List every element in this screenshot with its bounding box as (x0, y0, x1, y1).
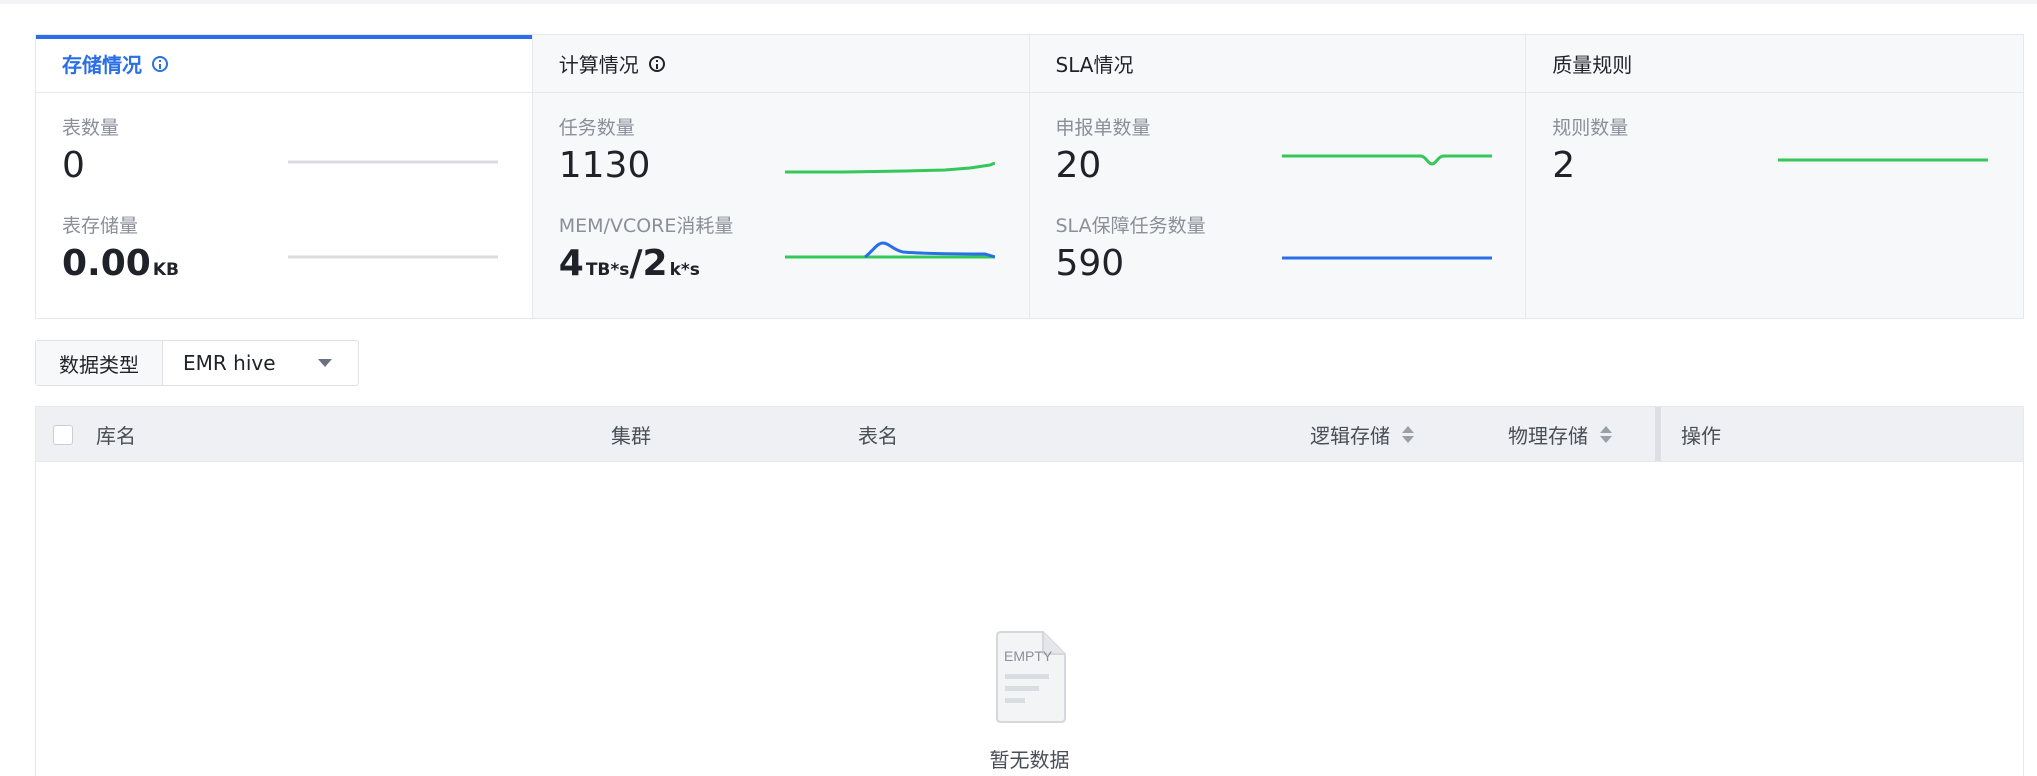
column-divider (1655, 407, 1661, 461)
rule-count-label: 规则数量 (1552, 117, 1629, 139)
table-count-value: 0 (62, 145, 85, 186)
task-count-value: 1130 (558, 145, 651, 186)
select-all-checkbox[interactable] (53, 425, 73, 445)
sla-task-sparkline (1281, 256, 1492, 260)
vcore-value: 2 (642, 243, 668, 284)
tab-quality[interactable]: 质量规则 规则数量 2 (1526, 35, 2023, 318)
mem-vcore-label: MEM/VCORE消耗量 (558, 215, 734, 237)
table-count-label: 表数量 (62, 117, 120, 139)
column-header-cluster: 集群 (611, 423, 651, 448)
task-count-metric: 任务数量 1130 (559, 113, 651, 186)
rule-count-sparkline (1778, 158, 1989, 162)
rule-count-value: 2 (1552, 145, 1576, 186)
sla-card-header: SLA情况 (1029, 35, 1526, 93)
mem-vcore-sparkline (784, 241, 995, 259)
storage-card-header: 存储情况 (36, 35, 532, 93)
tab-sla[interactable]: SLA情况 申报单数量 20 SLA保障任务数量 590 (1029, 35, 1527, 318)
mem-vcore-metric: MEM/VCORE消耗量 4 TB*s/2 k*s (559, 211, 734, 290)
vcore-unit: k*s (669, 260, 700, 280)
column-header-physical-storage[interactable]: 物理存储 (1508, 407, 1612, 461)
task-count-sparkline (784, 161, 995, 174)
sla-task-value: 590 (1055, 243, 1125, 284)
report-count-value: 20 (1055, 145, 1102, 186)
quality-card-header: 质量规则 (1526, 35, 2023, 93)
table-storage-metric: 表存储量 0.00 KB (62, 211, 179, 290)
data-type-label: 数据类型 (36, 341, 163, 385)
data-type-filter: 数据类型 EMR hive (35, 340, 359, 386)
report-count-label: 申报单数量 (1055, 117, 1151, 139)
column-header-database: 库名 (96, 423, 136, 448)
table-storage-label: 表存储量 (62, 215, 139, 237)
column-header-logical-storage[interactable]: 逻辑存储 (1310, 407, 1414, 461)
empty-text: 暂无数据 (989, 748, 1070, 772)
sla-task-label: SLA保障任务数量 (1055, 215, 1206, 237)
report-count-metric: 申报单数量 20 (1056, 113, 1151, 186)
mem-vcore-value-row: 4 TB*s/2 k*s (559, 244, 734, 290)
tab-storage[interactable]: 存储情况 表数量 0 表存储量 0.00 KB (36, 35, 533, 318)
info-icon[interactable] (152, 55, 168, 72)
data-type-selected-value: EMR hive (183, 351, 276, 375)
rule-count-metric: 规则数量 2 (1552, 113, 1628, 186)
table-storage-sparkline (288, 255, 498, 259)
top-divider (0, 0, 2037, 4)
report-count-sparkline (1281, 154, 1492, 166)
info-icon[interactable] (648, 55, 665, 72)
table-count-metric: 表数量 0 (62, 113, 119, 186)
column-header-actions: 操作 (1681, 423, 1721, 448)
table-header: 库名 集群 表名 逻辑存储 物理存储 操作 (36, 407, 2023, 462)
sla-task-metric: SLA保障任务数量 590 (1056, 211, 1206, 284)
sort-icon[interactable] (1600, 425, 1612, 443)
table-storage-value: 0.00 (62, 243, 151, 284)
table-storage-unit: KB (152, 260, 179, 280)
storage-title: 存储情况 (62, 53, 142, 77)
mem-value: 4 (558, 243, 584, 284)
compute-card-header: 计算情况 (532, 35, 1029, 93)
quality-title: 质量规则 (1552, 53, 1633, 77)
compute-title: 计算情况 (558, 53, 639, 77)
table-storage-value-row: 0.00 KB (62, 244, 179, 290)
caret-down-icon (318, 359, 332, 367)
tab-compute[interactable]: 计算情况 任务数量 1130 MEM/VCORE消耗量 4 TB*s/2 k*s (532, 35, 1030, 318)
data-type-select[interactable]: EMR hive (163, 341, 358, 385)
sla-title: SLA情况 (1055, 53, 1134, 77)
column-header-table-name: 表名 (858, 423, 898, 448)
empty-file-icon: EMPTY (996, 631, 1066, 723)
task-count-label: 任务数量 (558, 117, 635, 139)
overview-stats-panel: 存储情况 表数量 0 表存储量 0.00 KB 计算情况 任务数量 1130 M… (35, 34, 2024, 319)
physical-storage-label: 物理存储 (1508, 423, 1588, 448)
mem-unit: TB*s (585, 260, 630, 280)
empty-art-text: EMPTY (1004, 648, 1053, 664)
tables-table: 库名 集群 表名 逻辑存储 物理存储 操作 EMPTY 暂无数据 (35, 406, 2024, 776)
table-count-sparkline (288, 160, 498, 164)
logical-storage-label: 逻辑存储 (1310, 423, 1390, 448)
sort-icon[interactable] (1402, 425, 1414, 443)
mem-vcore-separator: / (629, 243, 643, 284)
